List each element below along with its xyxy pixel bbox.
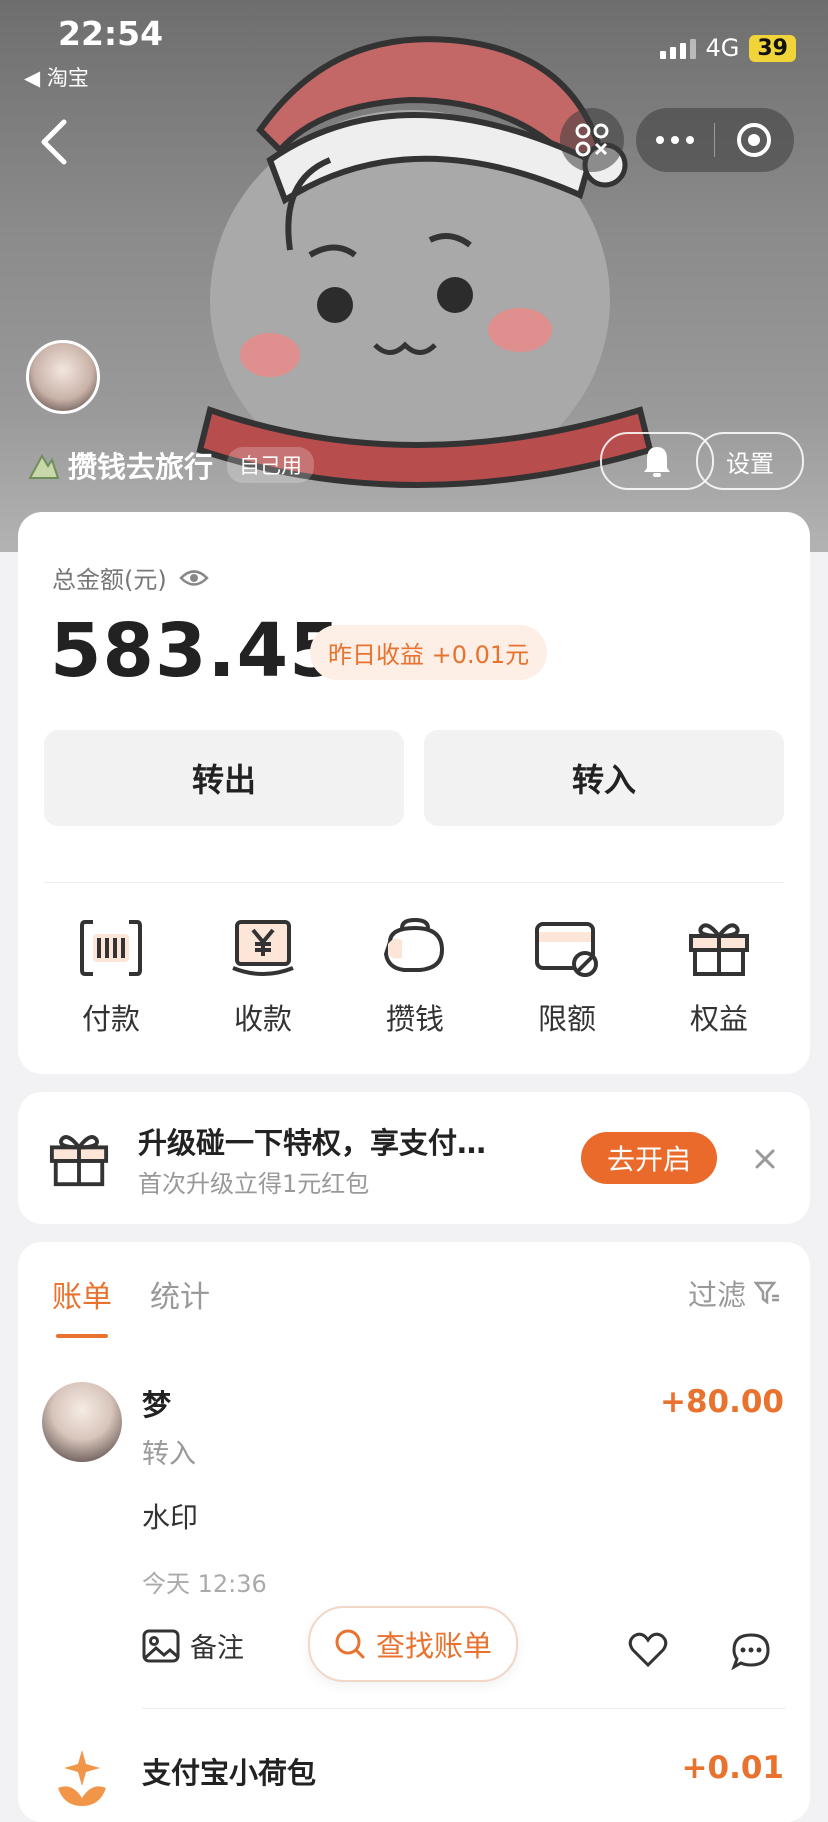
divider: [142, 1708, 786, 1709]
bell-icon: [644, 447, 670, 477]
avatar[interactable]: [26, 340, 100, 414]
promo-title: 升级碰一下特权，享支付…: [138, 1126, 487, 1160]
action-label: 收款: [233, 1002, 292, 1036]
tab-stats[interactable]: 统计: [150, 1272, 210, 1316]
yesterday-yield-badge[interactable]: 昨日收益 +0.01元: [310, 625, 548, 680]
transaction-type: 转入: [142, 1439, 196, 1470]
more-button[interactable]: [636, 135, 714, 145]
scan-button[interactable]: [560, 108, 624, 172]
transaction-amount[interactable]: +0.01: [682, 1750, 784, 1786]
eye-icon[interactable]: [178, 567, 209, 589]
network-label: 4G: [705, 34, 740, 62]
tab-bills[interactable]: 账单: [52, 1272, 112, 1316]
action-receive[interactable]: 收款: [208, 918, 318, 1038]
note-button[interactable]: 备注: [142, 1626, 244, 1665]
status-time: 22:54: [58, 14, 164, 53]
action-label: 限额: [537, 1002, 596, 1036]
card-limit-icon: [535, 922, 598, 977]
action-pay[interactable]: 付款: [56, 918, 166, 1038]
wallet-title[interactable]: 攒钱去旅行: [68, 444, 213, 486]
heart-icon[interactable]: [628, 1632, 668, 1668]
transaction-time: 今天 12:36: [142, 1570, 267, 1598]
gift-icon: [49, 1135, 109, 1187]
close-icon[interactable]: [754, 1148, 776, 1170]
transaction-name[interactable]: 梦: [142, 1382, 171, 1424]
transaction-memo: 水印: [142, 1501, 199, 1534]
signal-icon: [659, 37, 696, 59]
find-bill-label: 查找账单: [375, 1629, 492, 1663]
bill-card: 账单 统计 过滤 梦 转入 +80.00 水印 今天 12:36 备注 查找账单: [18, 1242, 810, 1822]
search-icon: [335, 1629, 365, 1659]
transaction-amount[interactable]: +80.00: [660, 1384, 784, 1420]
balance-card: 总金额(元) 583.45 昨日收益 +0.01元 转出 转入 付款 收款 攒钱…: [18, 512, 810, 1074]
back-to-app-link[interactable]: ◀ 淘宝: [24, 62, 89, 92]
total-amount-row: 总金额(元): [52, 560, 209, 595]
image-icon: [142, 1629, 180, 1662]
transfer-out-button[interactable]: 转出: [44, 730, 404, 826]
settings-button[interactable]: 设置: [696, 432, 804, 490]
scan-icon: [575, 123, 609, 157]
more-dots-icon: [656, 136, 694, 144]
filter-icon: [754, 1281, 779, 1305]
filter-label: 过滤: [687, 1278, 746, 1312]
promo-subtitle: 首次升级立得1元红包: [138, 1170, 370, 1198]
action-label: 付款: [81, 1002, 140, 1036]
divider: [44, 882, 784, 883]
yuan-receive-icon: [232, 920, 294, 976]
transaction-name[interactable]: 支付宝小荷包: [142, 1750, 316, 1792]
piggy-bank-icon: [383, 918, 445, 972]
status-indicators: 4G 39: [659, 34, 796, 62]
header-banner: 22:54 ◀ 淘宝 4G 39 攒钱去旅行 自己用 设置: [0, 0, 828, 552]
find-bill-button[interactable]: 查找账单: [308, 1606, 518, 1682]
target-close-icon: [737, 123, 771, 157]
action-save[interactable]: 攒钱: [360, 918, 470, 1038]
barcode-pay-icon: [80, 920, 142, 976]
mini-program-capsule: [636, 108, 794, 172]
mountain-icon: [28, 453, 60, 479]
action-limit[interactable]: 限额: [512, 918, 622, 1038]
comment-icon[interactable]: [731, 1632, 771, 1670]
close-miniapp-button[interactable]: [715, 122, 793, 158]
action-label: 权益: [689, 1002, 748, 1036]
wallet-title-row: 攒钱去旅行 自己用: [28, 444, 315, 486]
usage-tag: 自己用: [227, 447, 315, 483]
promo-banner[interactable]: 升级碰一下特权，享支付… 首次升级立得1元红包 去开启: [18, 1092, 810, 1224]
lotus-wallet-icon: [58, 1750, 106, 1806]
note-label: 备注: [190, 1633, 244, 1664]
battery-icon: 39: [749, 34, 796, 62]
balance-amount: 583.45: [50, 608, 342, 694]
action-benefits[interactable]: 权益: [664, 918, 774, 1038]
back-arrow-icon[interactable]: [34, 112, 74, 172]
tab-indicator: [56, 1334, 108, 1338]
filter-button[interactable]: 过滤: [688, 1272, 780, 1314]
promo-enable-button[interactable]: 去开启: [581, 1132, 717, 1184]
transfer-in-button[interactable]: 转入: [424, 730, 784, 826]
total-amount-label: 总金额(元): [52, 566, 167, 594]
avatar[interactable]: [42, 1382, 122, 1462]
gift-icon: [689, 923, 749, 976]
action-label: 攒钱: [385, 1002, 444, 1036]
